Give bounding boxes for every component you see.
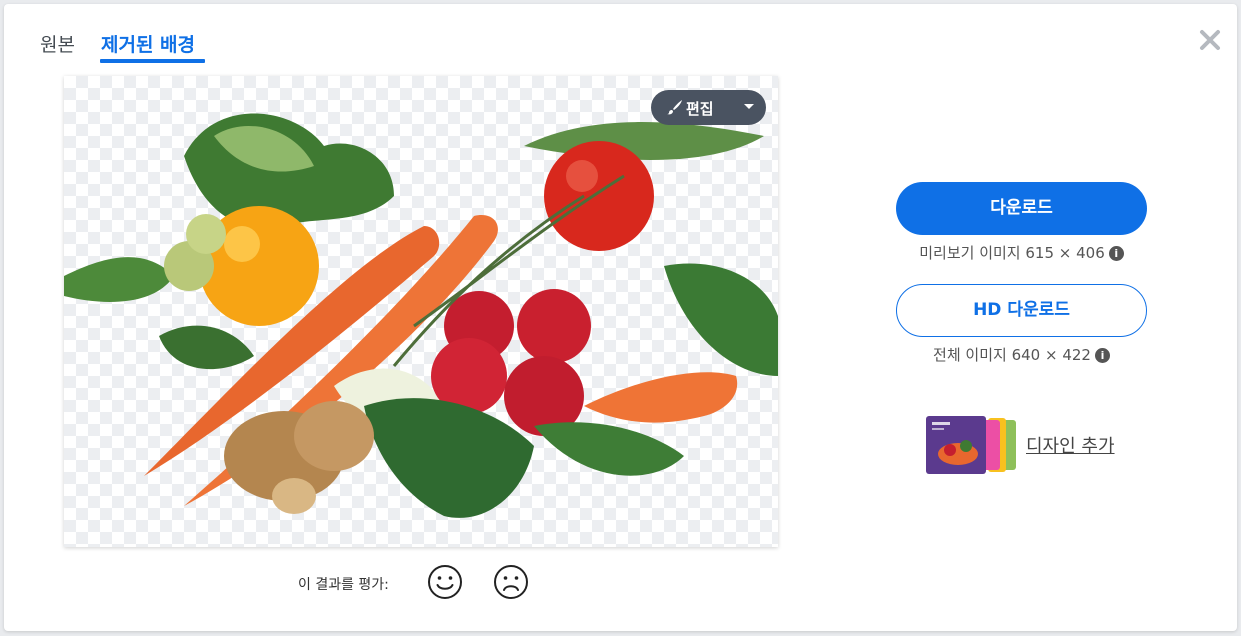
download-button[interactable]: 다운로드 [896,182,1147,235]
tab-original[interactable]: 원본 [40,30,75,57]
smile-face-icon [428,565,462,599]
tab-removed-background[interactable]: 제거된 배경 [101,30,195,57]
edit-main-button[interactable]: 편집 [651,90,739,125]
preview-size-text: 미리보기 이미지 615 × 406 [919,244,1105,262]
active-tab-indicator [100,59,205,63]
hd-download-button[interactable]: HD 다운로드 [896,284,1147,337]
rate-sad-button[interactable] [493,564,529,600]
edit-button[interactable]: 편집 [651,90,766,125]
rate-happy-button[interactable] [427,564,463,600]
close-button[interactable] [1198,28,1222,52]
result-preview: 편집 [64,76,778,547]
add-to-design-link[interactable]: 디자인 추가 [926,414,1126,476]
edit-dropdown-toggle[interactable] [739,90,766,125]
edit-label: 편집 [686,100,714,118]
close-icon [1200,30,1220,50]
brush-icon [667,100,682,115]
frown-face-icon [494,565,528,599]
add-to-design-label: 디자인 추가 [1026,436,1115,457]
preview-size-info: 미리보기 이미지 615 × 406 i [896,242,1147,263]
full-size-info: 전체 이미지 640 × 422 i [896,344,1147,365]
info-icon[interactable]: i [1108,246,1124,261]
rating-label: 이 결과를 평가: [298,577,389,593]
chevron-down-icon [744,104,754,109]
info-icon[interactable]: i [1094,348,1110,363]
design-thumbnails-icon [926,416,1016,474]
full-size-text: 전체 이미지 640 × 422 [933,346,1091,364]
vegetables-image [64,113,778,518]
